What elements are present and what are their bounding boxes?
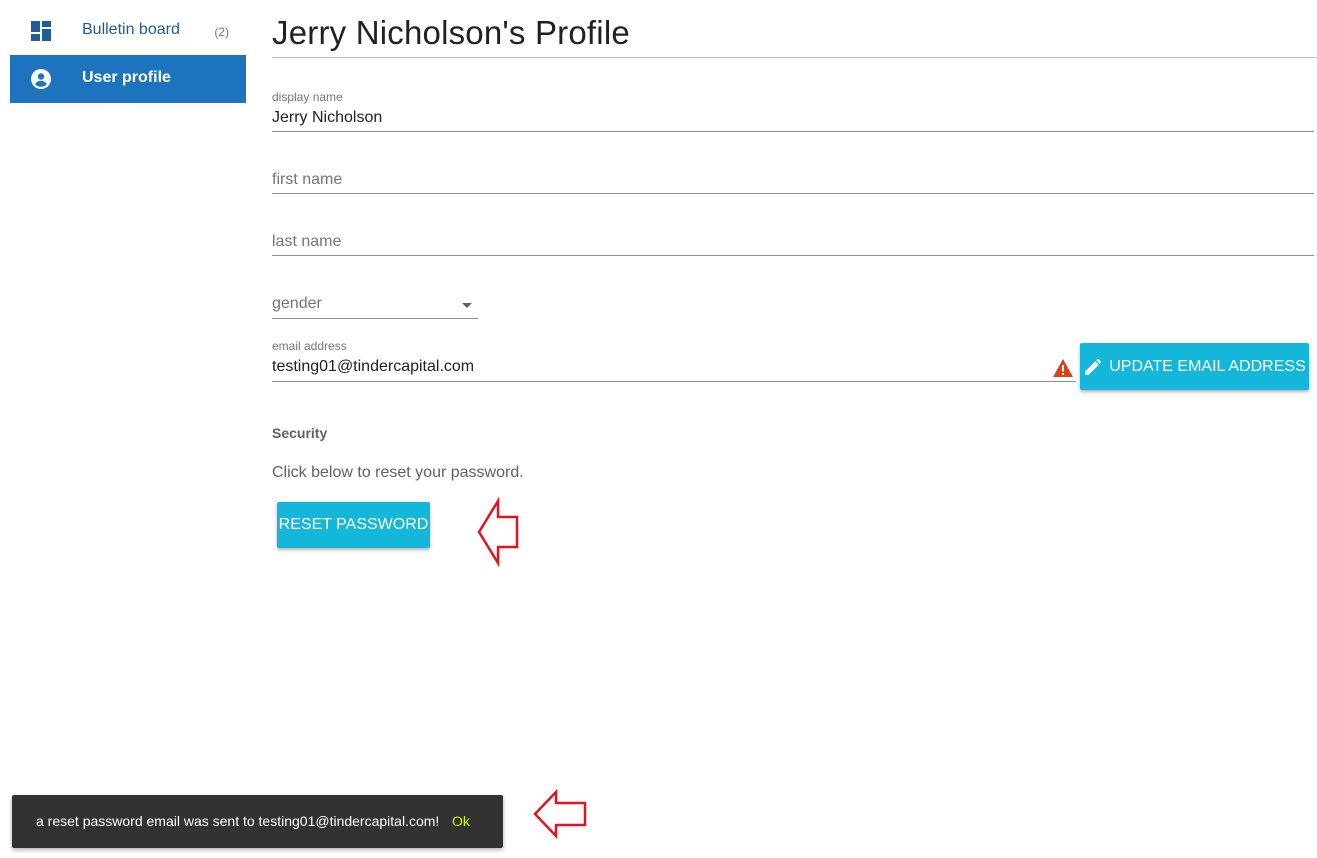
title-divider bbox=[272, 57, 1317, 58]
annotation-arrow-icon bbox=[533, 788, 587, 840]
gender-placeholder: gender bbox=[272, 295, 322, 312]
email-label: email address bbox=[272, 339, 347, 353]
snackbar-message: a reset password email was sent to testi… bbox=[36, 813, 440, 829]
sidebar-item-count: (2) bbox=[214, 25, 229, 39]
sidebar-item-label: Bulletin board bbox=[82, 21, 180, 38]
display-name-field[interactable]: display name Jerry Nicholson bbox=[272, 90, 1314, 132]
update-email-button[interactable]: UPDATE EMAIL ADDRESS bbox=[1080, 343, 1309, 390]
display-name-label: display name bbox=[272, 90, 343, 104]
email-value[interactable]: testing01@tindercapital.com bbox=[272, 358, 474, 376]
sidebar-item-user-profile[interactable]: User profile bbox=[10, 55, 246, 103]
snackbar-ok-button[interactable]: Ok bbox=[452, 813, 470, 829]
email-field[interactable]: email address testing01@tindercapital.co… bbox=[272, 339, 1076, 382]
security-description: Click below to reset your password. bbox=[272, 464, 524, 481]
first-name-field[interactable]: first name bbox=[272, 170, 1314, 194]
display-name-value[interactable]: Jerry Nicholson bbox=[272, 109, 382, 127]
dashboard-icon bbox=[31, 21, 51, 41]
gender-select[interactable]: gender bbox=[272, 294, 478, 319]
sidebar-item-label: User profile bbox=[82, 69, 171, 86]
sidebar: Bulletin board (2) User profile bbox=[10, 7, 246, 103]
annotation-arrow-icon bbox=[477, 497, 519, 567]
reset-password-button[interactable]: RESET PASSWORD bbox=[277, 502, 430, 548]
last-name-field[interactable]: last name bbox=[272, 232, 1314, 256]
account-circle-icon bbox=[31, 69, 51, 89]
snackbar: a reset password email was sent to testi… bbox=[12, 795, 503, 848]
first-name-placeholder: first name bbox=[272, 171, 343, 188]
update-email-label: UPDATE EMAIL ADDRESS bbox=[1109, 357, 1306, 375]
security-heading: Security bbox=[272, 425, 328, 441]
chevron-down-icon[interactable] bbox=[462, 303, 472, 308]
sidebar-item-bulletin-board[interactable]: Bulletin board (2) bbox=[10, 7, 246, 55]
pencil-icon bbox=[1085, 358, 1102, 375]
page-title: Jerry Nicholson's Profile bbox=[272, 14, 630, 51]
last-name-placeholder: last name bbox=[272, 233, 342, 250]
warning-icon bbox=[1053, 359, 1073, 377]
